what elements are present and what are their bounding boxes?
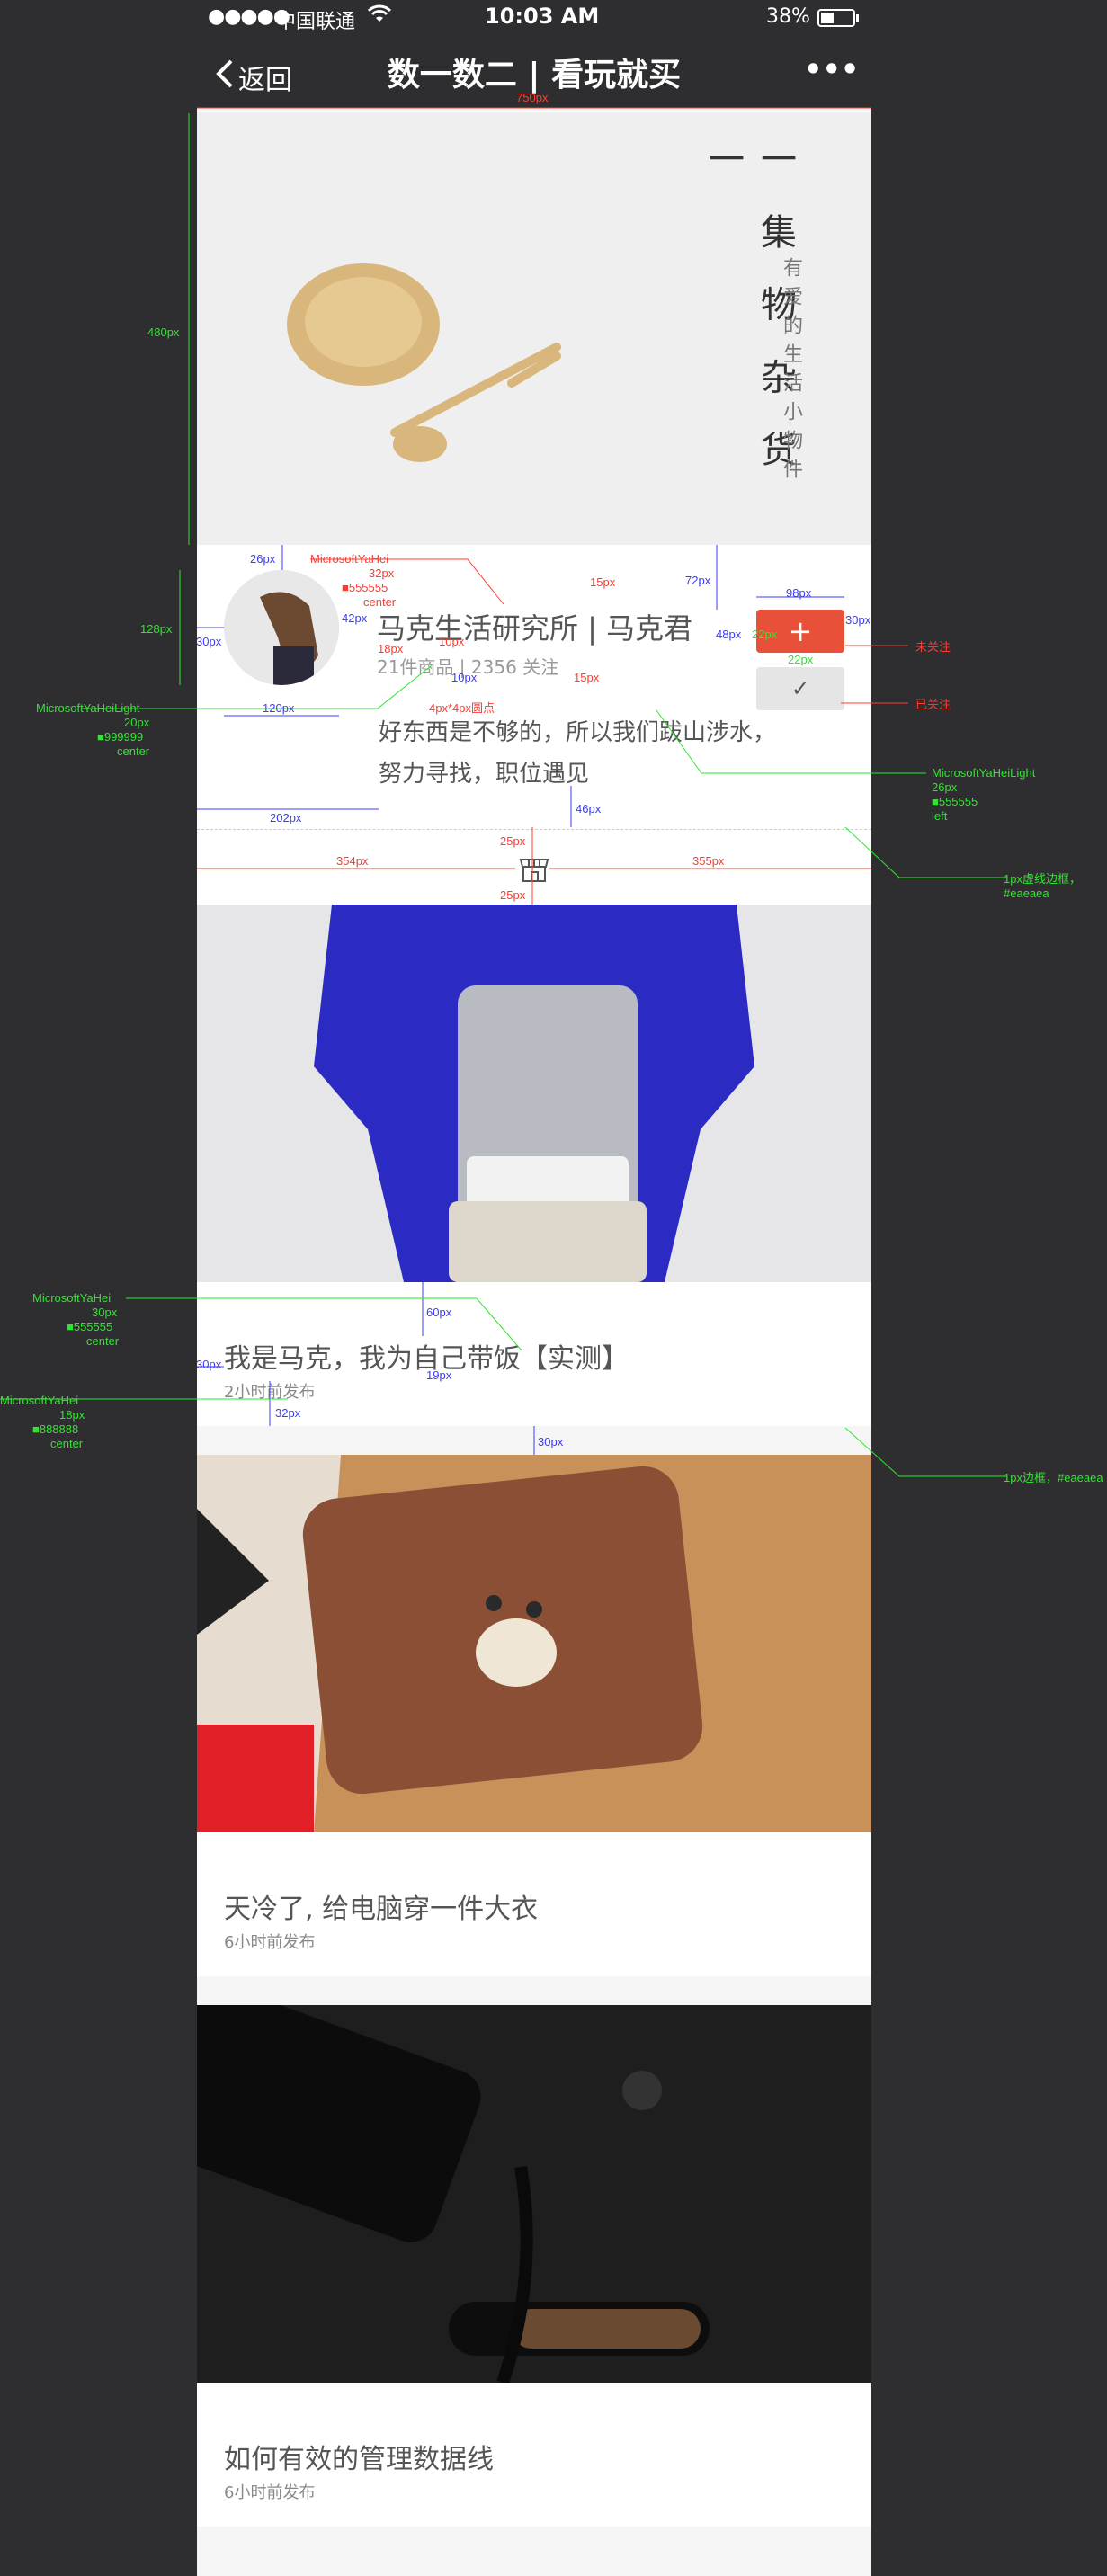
annotation: 98px bbox=[786, 586, 812, 600]
annotation: 22px bbox=[788, 653, 814, 666]
annotation: ■555555 bbox=[342, 581, 388, 594]
annotation: MicrosoftYaHei bbox=[310, 552, 389, 566]
annotation: 60px bbox=[426, 1306, 452, 1319]
annotation: MicrosoftYaHeiLight bbox=[932, 766, 1036, 780]
annotation: 750px bbox=[516, 91, 549, 104]
annotation: ■888888 bbox=[32, 1422, 79, 1436]
annotation: 18px bbox=[59, 1408, 85, 1422]
annotation: 32px bbox=[275, 1406, 301, 1420]
annotation: center bbox=[363, 595, 397, 609]
annotation: 19px bbox=[426, 1368, 452, 1382]
annotation: 25px bbox=[500, 888, 526, 902]
annotation: left bbox=[932, 809, 948, 823]
annotation: ■999999 bbox=[97, 730, 144, 744]
annotation: 354px bbox=[336, 854, 369, 868]
annotation: 30px bbox=[196, 635, 222, 648]
annotation: MicrosoftYaHeiLight bbox=[36, 701, 140, 715]
annotation: center bbox=[50, 1437, 84, 1450]
annotation: 72px bbox=[685, 574, 711, 587]
annotation: 202px bbox=[270, 811, 302, 824]
annotation: 18px bbox=[378, 642, 404, 655]
annotation: 10px bbox=[439, 635, 465, 648]
annotation: 15px bbox=[574, 671, 600, 684]
annotation: ■555555 bbox=[932, 795, 978, 808]
annotation-lines bbox=[0, 107, 1007, 1477]
annotation: 20px bbox=[124, 716, 150, 729]
annotation: 未关注 bbox=[915, 640, 951, 654]
annotation: center bbox=[117, 744, 150, 758]
annotation: 48px bbox=[716, 628, 742, 641]
annotation: 22px bbox=[752, 628, 778, 641]
annotation: 355px bbox=[692, 854, 725, 868]
annotation: 30px bbox=[196, 1358, 222, 1371]
annotation: MicrosoftYaHei bbox=[0, 1394, 79, 1407]
annotation: 128px bbox=[140, 622, 173, 636]
annotation: 1px虚线边框， bbox=[1004, 872, 1081, 886]
annotation: 已关注 bbox=[915, 698, 951, 711]
annotation: 10px bbox=[451, 671, 478, 684]
annotation: 480px bbox=[147, 325, 180, 339]
annotation: 26px bbox=[250, 552, 276, 566]
annotation: ■555555 bbox=[67, 1320, 113, 1333]
annotation: 26px bbox=[932, 780, 958, 794]
annotation: 46px bbox=[576, 802, 602, 816]
annotation: 30px bbox=[845, 613, 871, 627]
annotation: 15px bbox=[590, 575, 616, 589]
annotation: 30px bbox=[538, 1435, 564, 1448]
annotation: 32px bbox=[369, 566, 395, 580]
annotation: center bbox=[86, 1334, 120, 1348]
annotation: 1px边框，#eaeaea bbox=[1004, 1471, 1103, 1484]
annotation: 30px bbox=[92, 1306, 118, 1319]
annotation: 42px bbox=[342, 611, 368, 625]
annotation: 120px bbox=[263, 701, 295, 715]
annotation: 25px bbox=[500, 834, 526, 848]
annotation: MicrosoftYaHei bbox=[32, 1291, 112, 1305]
annotation: #eaeaea bbox=[1004, 887, 1049, 900]
annotation: 4px*4px圆点 bbox=[429, 701, 495, 715]
